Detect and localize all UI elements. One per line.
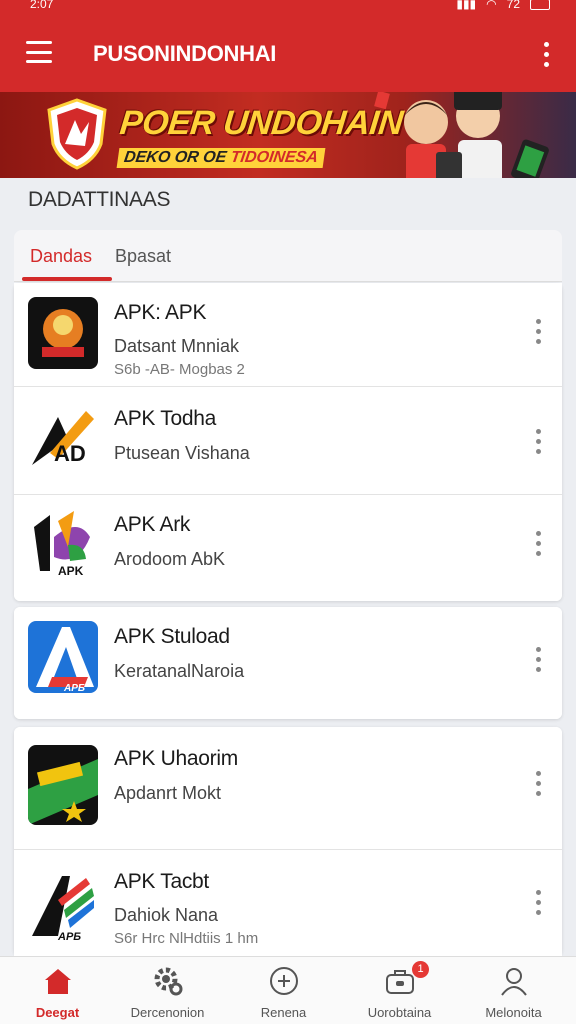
item-menu-icon[interactable] [536,531,542,556]
app-title: PUSONINDONHAI [93,41,277,66]
app-list-card-3: APK Uhaorim Apdanrt Mokt APБ APK Tacbt D… [14,727,562,956]
notification-badge: 1 [412,961,429,978]
apk-mascot-icon [28,297,98,369]
apk-stripes-icon: APБ [28,870,98,942]
app-meta: S6r Hrc NlHdtiis 1 hm [114,930,259,947]
list-item[interactable]: APБ APK Tacbt Dahiok Nana S6r Hrc NlHdti… [14,850,562,956]
app-name: APK: APK [114,301,207,324]
nav-label: Deegat [35,1005,80,1020]
app-name: APK Uhaorim [114,747,238,770]
apd-sword-icon: AD [28,403,98,475]
nav-label: Melonoita [485,1005,542,1020]
shield-logo-icon [47,98,107,170]
banner-sub-left: DEKO OR OE [122,149,232,166]
nav-item-profile[interactable]: Melonoita [456,957,571,1024]
app-name: APK Stuload [114,625,230,648]
bottom-navigation: Deegat Dercenonion Renena 1 Uorobtaina M… [0,956,576,1024]
section-heading: DADATTINAAS [28,188,171,211]
promo-banner[interactable]: POER UNDOHAIN DEKO OR OE TIDOINESA [0,92,576,178]
list-item[interactable]: APK: APK Datsant Mnniak S6b -AB- Mogbas … [14,283,562,387]
banner-subtitle: DEKO OR OE TIDOINESA [116,148,326,168]
app-subtitle: Datsant Mnniak [114,336,240,356]
nav-label: Renena [260,1005,307,1020]
svg-text:APБ: APБ [63,683,85,693]
banner-sub-right: TIDOINESA [229,149,320,166]
status-icons: ▮▮▮ ◠ 72 [456,0,550,11]
apk-a-logo-icon: APБ [28,621,98,693]
app-list-card-1: APK: APK Datsant Mnniak S6b -AB- Mogbas … [14,283,562,601]
app-name: APK Ark [114,513,191,536]
tab-bpasat[interactable]: Bpasat [115,246,171,267]
overflow-menu-icon[interactable] [544,42,550,67]
menu-icon[interactable] [26,41,52,63]
tab-dandas[interactable]: Dandas [30,246,92,267]
app-meta: S6b -AB- Mogbas 2 [114,361,245,378]
active-tab-indicator [22,277,112,281]
home-icon [45,969,71,994]
item-menu-icon[interactable] [536,319,542,344]
nav-label: Uorobtaina [367,1005,432,1020]
app-subtitle: Dahiok Nana [114,905,219,925]
list-item[interactable]: AD APK Todha Ptusean Vishana [14,387,562,495]
status-time: 2:07 [30,0,54,11]
app-bar: PUSONINDONHAI [0,14,576,92]
nav-item-add[interactable]: Renena [226,957,341,1024]
nav-item-downloads[interactable]: 1 Uorobtaina [342,957,457,1024]
app-name: APK Tacbt [114,870,209,893]
svg-text:APK: APK [58,564,84,578]
app-subtitle: Ptusean Vishana [114,443,250,463]
tab-bar: Dandas Bpasat [14,230,562,282]
status-bar: 2:07 ▮▮▮ ◠ 72 [0,0,576,14]
apk-flag-icon: APK [28,507,98,579]
app-list-card-2: APБ APK Stuload KeratanalNaroia [14,607,562,719]
svg-text:APБ: APБ [57,931,81,942]
list-item[interactable]: APБ APK Stuload KeratanalNaroia [14,607,562,719]
app-subtitle: Arodoom AbK [114,549,226,569]
item-menu-icon[interactable] [536,647,542,672]
item-menu-icon[interactable] [536,771,542,796]
battery-percent: 72 [506,0,520,11]
item-menu-icon[interactable] [536,429,542,454]
wifi-icon: ◠ [486,0,497,11]
plus-circle-icon [270,967,298,995]
nav-item-home[interactable]: Deegat [0,957,115,1024]
signal-icon: ▮▮▮ [456,0,477,11]
item-menu-icon[interactable] [536,890,542,915]
nav-item-settings[interactable]: Dercenonion [110,957,225,1024]
list-item[interactable]: APK Uhaorim Apdanrt Mokt [14,727,562,850]
apk-green-star-icon [28,745,98,825]
app-subtitle: Apdanrt Mokt [114,783,222,803]
banner-characters-illustration [374,92,549,178]
person-icon [501,968,527,996]
list-item[interactable]: APK APK Ark Arodoom AbK [14,495,562,601]
svg-text:AD: AD [54,441,86,466]
app-subtitle: KeratanalNaroia [114,661,245,681]
nav-label: Dercenonion [130,1005,205,1020]
battery-icon [530,0,550,10]
banner-headline: POER UNDOHAIN [118,104,405,142]
app-name: APK Todha [114,407,216,430]
gear-icon [154,967,183,996]
